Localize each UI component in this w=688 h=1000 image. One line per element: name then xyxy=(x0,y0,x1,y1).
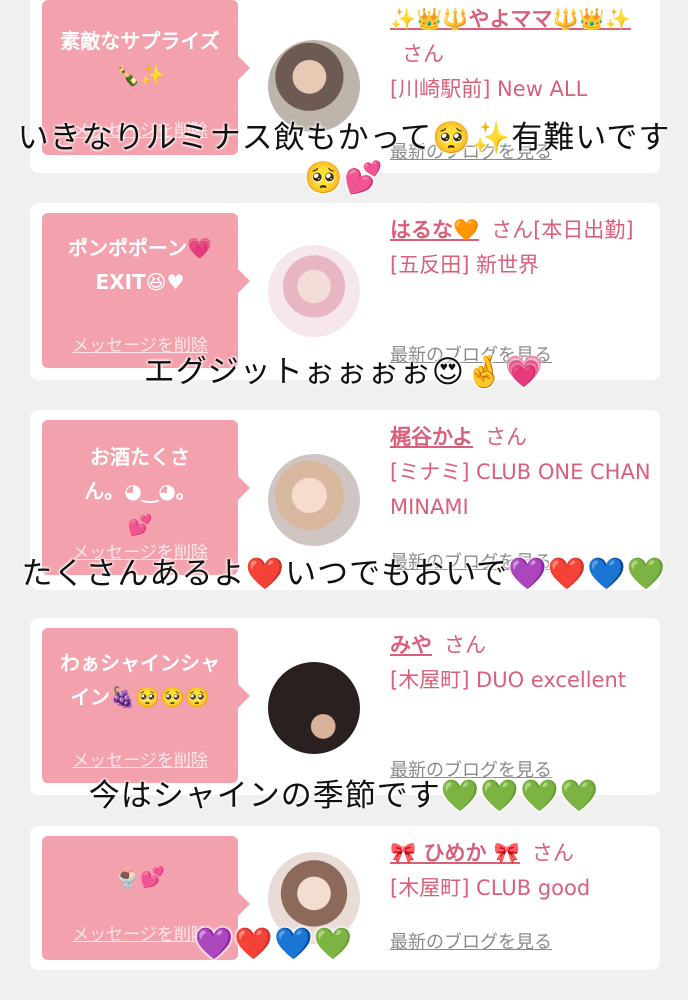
cast-name[interactable]: ✨👑🔱やよママ🔱👑✨ xyxy=(390,7,631,31)
cast-name[interactable]: みや xyxy=(390,633,432,657)
honorific: さん xyxy=(531,841,574,865)
shop-name: [木屋町] DUO excellent xyxy=(390,668,627,692)
message-text: お酒たくさん。◕‿◕。💕 xyxy=(84,445,196,537)
honorific: さん[本日出勤] xyxy=(491,218,634,242)
honorific: さん xyxy=(444,633,486,657)
message-bubble: ポンポポーン💗EXIT😆♥ メッセージを削除 xyxy=(42,213,250,368)
avatar[interactable] xyxy=(268,245,360,337)
honorific: さん xyxy=(402,42,444,66)
cast-name[interactable]: 梶谷かよ xyxy=(390,425,473,449)
overlay-caption: 💜❤️💙💚 xyxy=(194,926,354,962)
shop-name: [ミナミ] CLUB ONE CHAN MINAMI xyxy=(390,460,651,519)
overlay-caption: 今はシャインの季節です💚💚💚💚 xyxy=(88,778,600,814)
delete-message-link[interactable]: メッセージを削除 xyxy=(42,746,238,771)
cast-name[interactable]: 🎀 ひめか 🎀 xyxy=(390,841,520,865)
message-text: 素敵なサプライズ🍾✨ xyxy=(60,29,220,87)
message-bubble: わぁシャインシャイン🍇🥺🥺🥺 メッセージを削除 xyxy=(42,628,250,783)
shop-name: [木屋町] CLUB good xyxy=(390,876,591,900)
overlay-caption: エグジットぉぉぉぉ😍🤞💗 xyxy=(143,354,545,390)
cast-name[interactable]: はるな🧡 xyxy=(390,218,479,242)
overlay-caption: いきなりルミナス飲もかって🥺✨有難いです🥺💕 xyxy=(17,120,671,196)
message-bubble: お酒たくさん。◕‿◕。💕 メッセージを削除 xyxy=(42,420,250,575)
honorific: さん xyxy=(484,425,527,449)
message-card: わぁシャインシャイン🍇🥺🥺🥺 メッセージを削除 みや さん [木屋町] DUO e… xyxy=(30,618,660,795)
shop-name: [五反田] 新世界 xyxy=(390,253,540,277)
avatar[interactable] xyxy=(268,662,360,754)
message-text: 🍨💕 xyxy=(115,865,165,889)
avatar[interactable] xyxy=(268,454,360,546)
overlay-caption: たくさんあるよ❤️いつでもおいで💜❤️💙💚 xyxy=(21,556,667,592)
message-text: ポンポポーン💗EXIT😆♥ xyxy=(68,236,212,294)
shop-name: [川崎駅前] New ALL xyxy=(390,77,588,101)
message-text: わぁシャインシャイン🍇🥺🥺🥺 xyxy=(60,651,220,709)
